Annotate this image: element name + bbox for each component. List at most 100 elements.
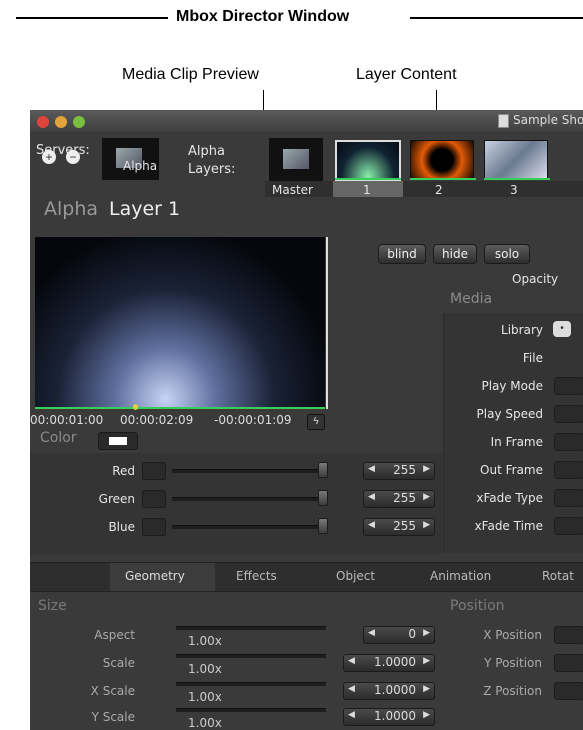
minimize-window-button[interactable] xyxy=(55,116,67,128)
scale-stepper[interactable]: ◀ 1.0000 ▶ xyxy=(343,654,435,672)
solo-button[interactable]: solo xyxy=(484,244,530,264)
in-frame-field[interactable] xyxy=(554,433,583,451)
layer-thumb-3[interactable] xyxy=(484,140,548,180)
x-scale-slider[interactable] xyxy=(176,682,326,686)
green-value: 255 xyxy=(393,491,416,505)
y-scale-step-value: 1.0000 xyxy=(374,709,416,723)
document-icon xyxy=(498,114,509,128)
play-mode-label: Play Mode xyxy=(481,379,543,393)
media-clip-preview xyxy=(35,237,325,407)
layer-tab-2[interactable]: 2 xyxy=(435,183,443,197)
color-swatch-fill xyxy=(109,437,127,445)
window-title: Sample Sho xyxy=(513,113,583,127)
position-heading: Position xyxy=(450,598,505,614)
red-stepper[interactable]: ◀ 255 ▶ xyxy=(363,462,435,480)
zoom-window-button[interactable] xyxy=(73,116,85,128)
server-name: Alpha xyxy=(123,159,158,173)
tab-geometry[interactable]: Geometry xyxy=(125,569,185,583)
add-server-button[interactable]: + xyxy=(42,150,56,164)
scale-step-value: 1.0000 xyxy=(374,655,416,669)
aspect-slider[interactable] xyxy=(176,626,326,630)
layer-3-level-bar xyxy=(484,178,550,180)
blue-stepper[interactable]: ◀ 255 ▶ xyxy=(363,518,435,536)
y-position-label: Y Position xyxy=(484,656,542,670)
header-rule-right xyxy=(410,17,583,19)
close-window-button[interactable] xyxy=(37,116,49,128)
layer-thumb-1[interactable] xyxy=(335,140,401,182)
layer-tab-master[interactable]: Master xyxy=(272,183,313,197)
layer-heading-server: Alpha xyxy=(44,198,99,220)
master-preview-image xyxy=(283,149,309,169)
aspect-value: 1.00x xyxy=(188,634,222,648)
x-scale-stepper[interactable]: ◀ 1.0000 ▶ xyxy=(343,682,435,700)
blue-field[interactable] xyxy=(142,518,166,536)
aspect-label: Aspect xyxy=(94,628,135,642)
layers-label: Layers: xyxy=(188,162,236,177)
hide-button[interactable]: hide xyxy=(433,244,477,264)
y-scale-stepper[interactable]: ◀ 1.0000 ▶ xyxy=(343,708,435,726)
blue-slider[interactable] xyxy=(172,525,322,529)
green-stepper[interactable]: ◀ 255 ▶ xyxy=(363,490,435,508)
layer-thumb-master[interactable] xyxy=(269,138,323,182)
preview-scrub-bar[interactable] xyxy=(35,407,325,409)
out-frame-field[interactable] xyxy=(554,461,583,479)
x-position-field[interactable] xyxy=(554,626,583,644)
play-speed-field[interactable] xyxy=(554,405,583,423)
file-label: File xyxy=(522,351,543,365)
media-heading: Media xyxy=(450,291,493,307)
blue-slider-knob[interactable] xyxy=(318,518,328,534)
green-field[interactable] xyxy=(142,490,166,508)
y-scale-label: Y Scale xyxy=(91,710,135,724)
y-scale-slider[interactable] xyxy=(176,708,326,712)
callout-layer-content: Layer Content xyxy=(356,66,457,83)
layer-heading-layer: Layer 1 xyxy=(109,198,181,220)
preview-edge-marker xyxy=(326,237,328,409)
y-position-field[interactable] xyxy=(554,654,583,672)
blue-label: Blue xyxy=(108,520,135,534)
z-position-field[interactable] xyxy=(554,682,583,700)
scale-label: Scale xyxy=(102,656,135,670)
mbox-director-window: Sample Sho Servers: + − Alpha Alpha Laye… xyxy=(30,110,583,730)
timecode-current: 00:00:02:09 xyxy=(120,413,194,427)
blue-value: 255 xyxy=(393,519,416,533)
red-field[interactable] xyxy=(142,462,166,480)
preview-playhead[interactable] xyxy=(133,404,138,410)
tab-effects[interactable]: Effects xyxy=(236,569,277,583)
in-frame-label: In Frame xyxy=(490,435,543,449)
timecode-remaining: -00:00:01:09 xyxy=(214,413,292,427)
green-label: Green xyxy=(98,492,135,506)
lightning-icon[interactable]: ϟ xyxy=(307,414,325,430)
layer-2-level-bar xyxy=(410,178,476,180)
timecode-start: 00:00:01:00 xyxy=(30,413,104,427)
xfade-time-field[interactable] xyxy=(554,517,583,535)
tab-animation[interactable]: Animation xyxy=(430,569,491,583)
green-slider-knob[interactable] xyxy=(318,490,328,506)
aspect-stepper[interactable]: ◀ 0 ▶ xyxy=(363,626,435,644)
layer-tab-3[interactable]: 3 xyxy=(510,183,518,197)
red-value: 255 xyxy=(393,463,416,477)
layer-tab-1[interactable]: 1 xyxy=(363,183,371,197)
z-position-label: Z Position xyxy=(483,684,542,698)
header-rule-left xyxy=(16,17,168,19)
red-slider[interactable] xyxy=(172,469,322,473)
xfade-time-label: xFade Time xyxy=(474,519,543,533)
layer-thumb-2[interactable] xyxy=(410,140,474,180)
color-heading: Color xyxy=(40,430,77,446)
green-slider[interactable] xyxy=(172,497,322,501)
color-swatch[interactable] xyxy=(98,432,138,450)
remove-server-button[interactable]: − xyxy=(66,150,80,164)
library-picker-button[interactable]: • xyxy=(553,321,571,337)
library-label: Library xyxy=(501,323,543,337)
xfade-type-label: xFade Type xyxy=(476,491,543,505)
xfade-type-field[interactable] xyxy=(554,489,583,507)
layer-1-level-bar xyxy=(335,178,401,180)
aspect-step-value: 0 xyxy=(408,627,416,641)
play-mode-field[interactable] xyxy=(554,377,583,395)
scale-slider[interactable] xyxy=(176,654,326,658)
tab-rotation[interactable]: Rotat xyxy=(542,569,574,583)
red-slider-knob[interactable] xyxy=(318,462,328,478)
tab-object[interactable]: Object xyxy=(336,569,375,583)
page-title: Mbox Director Window xyxy=(176,8,350,25)
callout-media-clip-preview: Media Clip Preview xyxy=(122,66,259,83)
blind-button[interactable]: blind xyxy=(378,244,426,264)
